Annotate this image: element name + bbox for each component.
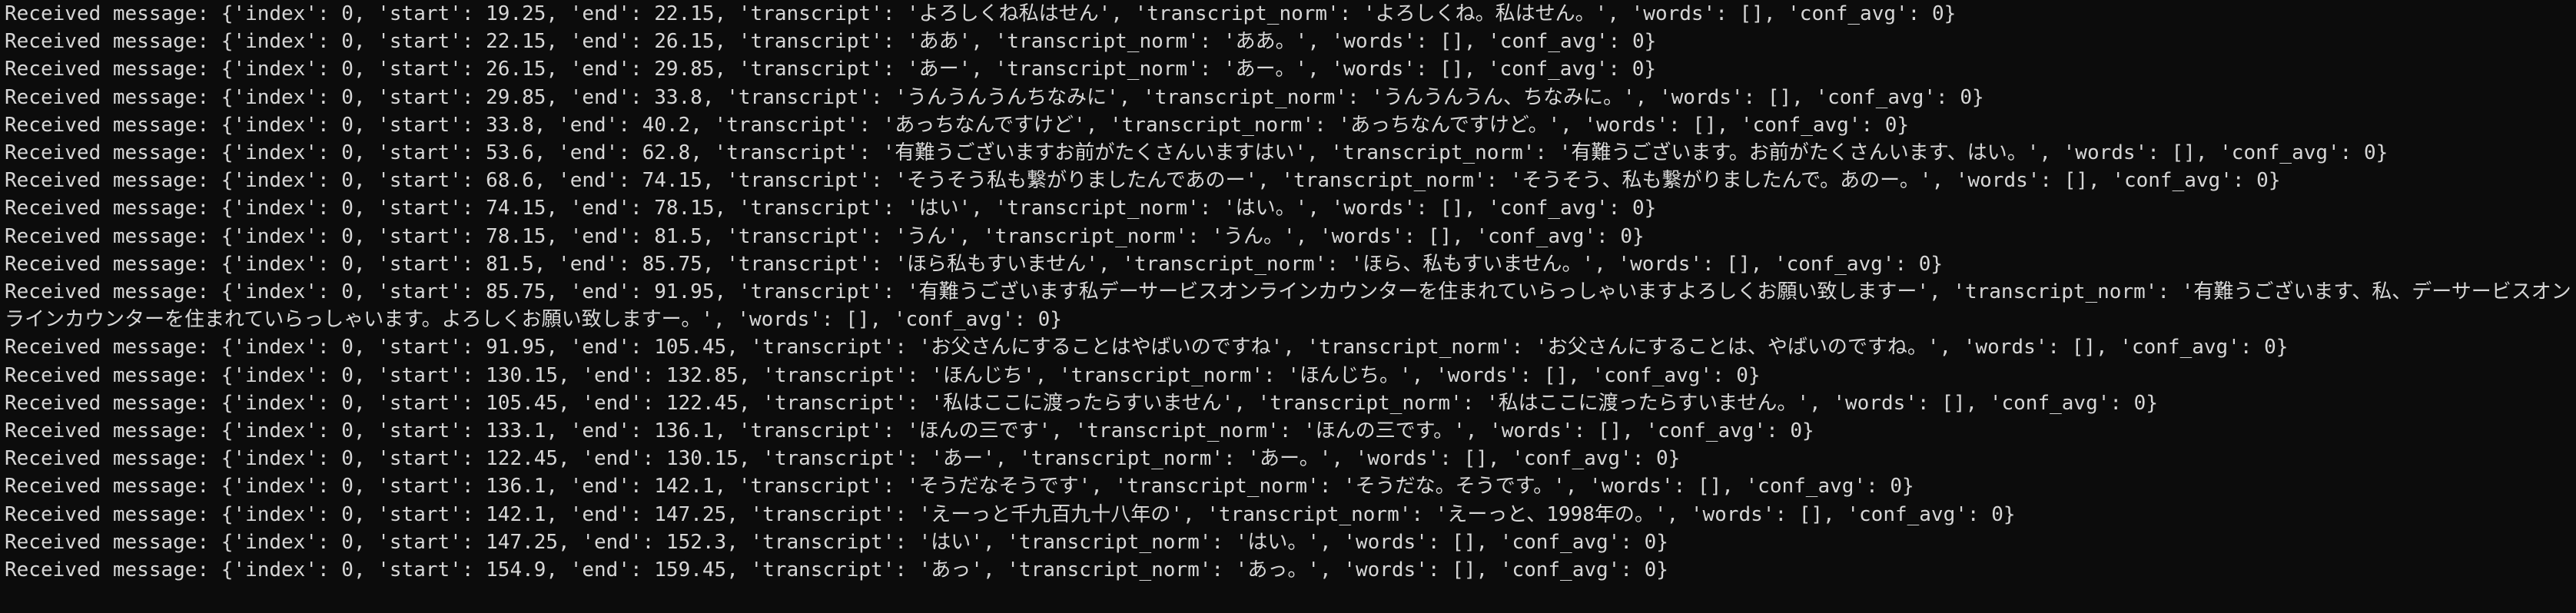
log-line: Received message: {'index': 0, 'start': … xyxy=(5,141,2388,165)
log-line: Received message: {'index': 0, 'start': … xyxy=(5,58,1657,81)
log-line: Received message: {'index': 0, 'start': … xyxy=(5,558,1668,582)
log-line: Received message: {'index': 0, 'start': … xyxy=(5,363,1761,387)
log-line: Received message: {'index': 0, 'start': … xyxy=(5,2,1957,25)
log-line: Received message: {'index': 0, 'start': … xyxy=(5,30,1657,54)
log-line: Received message: {'index': 0, 'start': … xyxy=(5,252,1944,276)
log-line: Received message: {'index': 0, 'start': … xyxy=(5,530,1668,554)
terminal-cursor-row xyxy=(5,584,2576,593)
log-line: Received message: {'index': 0, 'start': … xyxy=(5,419,1814,443)
terminal-output[interactable]: Received message: {'index': 0, 'start': … xyxy=(0,0,2576,613)
log-line: Received message: {'index': 0, 'start': … xyxy=(5,391,2158,415)
log-line: Received message: {'index': 0, 'start': … xyxy=(5,447,1681,471)
log-line: Received message: {'index': 0, 'start': … xyxy=(5,224,1645,248)
log-line: Received message: {'index': 0, 'start': … xyxy=(5,280,2571,332)
log-line: Received message: {'index': 0, 'start': … xyxy=(5,113,1910,137)
log-line: Received message: {'index': 0, 'start': … xyxy=(5,197,1657,220)
log-line: Received message: {'index': 0, 'start': … xyxy=(5,336,2289,360)
log-line: Received message: {'index': 0, 'start': … xyxy=(5,85,1984,109)
log-line: Received message: {'index': 0, 'start': … xyxy=(5,502,2016,526)
log-line: Received message: {'index': 0, 'start': … xyxy=(5,169,2281,193)
log-line: Received message: {'index': 0, 'start': … xyxy=(5,475,1914,499)
